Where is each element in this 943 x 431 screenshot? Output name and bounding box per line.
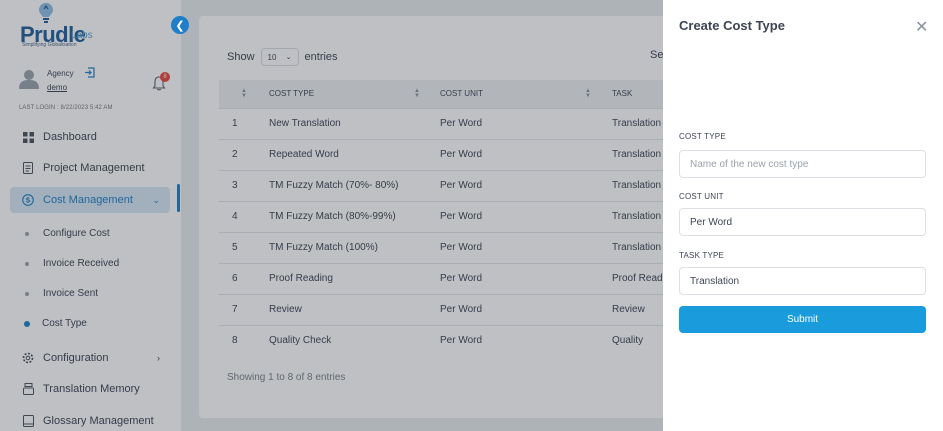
cost-type-input[interactable] bbox=[679, 150, 926, 178]
task-type-label: TASK TYPE bbox=[679, 251, 725, 260]
sidebar-collapse-button[interactable]: ❮ bbox=[171, 16, 189, 34]
cost-unit-field[interactable] bbox=[679, 208, 926, 236]
submit-button[interactable]: Submit bbox=[679, 306, 926, 333]
create-cost-type-drawer: Create Cost Type ✕ COST TYPE COST UNIT T… bbox=[663, 0, 943, 431]
task-type-field[interactable] bbox=[679, 267, 926, 295]
chevron-left-icon: ❮ bbox=[175, 19, 185, 32]
cost-unit-label: COST UNIT bbox=[679, 192, 724, 201]
cost-type-label: COST TYPE bbox=[679, 132, 726, 141]
close-icon[interactable]: ✕ bbox=[915, 17, 928, 37]
drawer-title: Create Cost Type bbox=[679, 18, 785, 33]
modal-backdrop[interactable] bbox=[0, 0, 663, 431]
